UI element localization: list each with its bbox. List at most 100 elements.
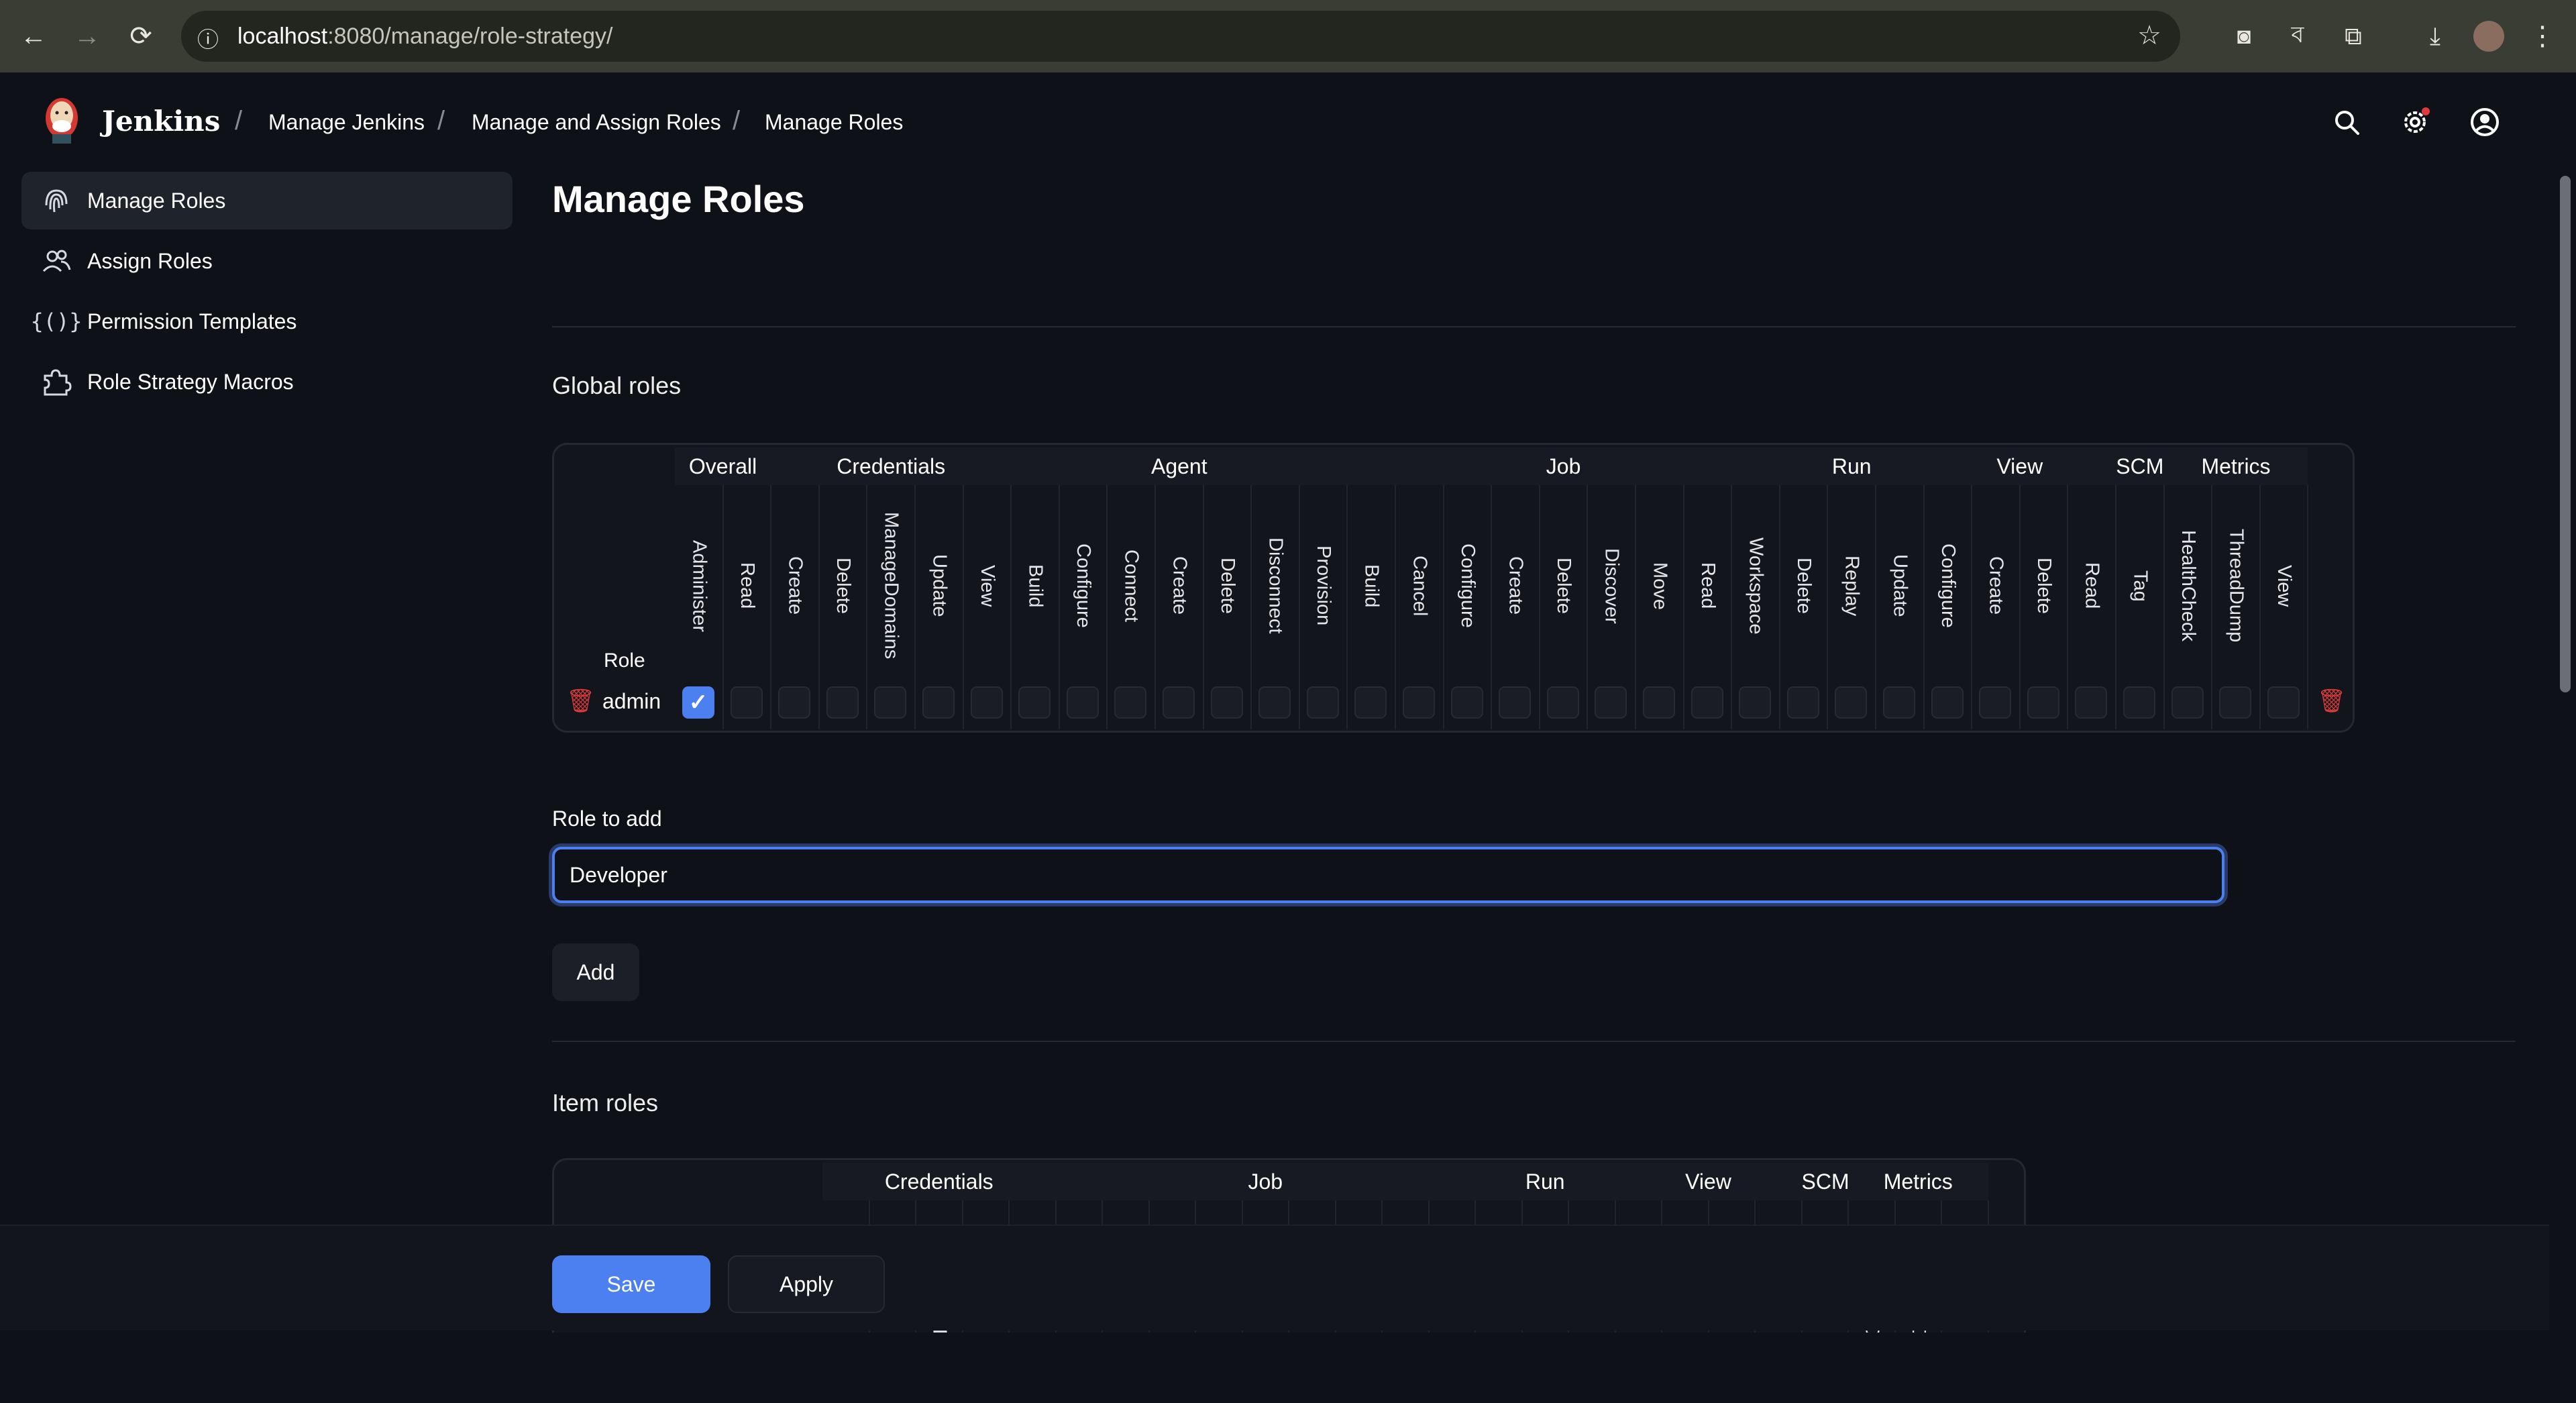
sidebar-item-permission-templates[interactable]: {()} Permission Templates	[21, 293, 513, 350]
permission-checkbox[interactable]	[1114, 686, 1147, 719]
address-bar[interactable]: ⓘ localhost:8080/manage/role-strategy/ ☆	[181, 11, 2180, 62]
permission-checkbox[interactable]	[1883, 686, 1915, 719]
permission-checkbox[interactable]	[2075, 686, 2108, 719]
permission-checkbox[interactable]	[2123, 686, 2155, 719]
permission-checkbox[interactable]	[2027, 686, 2059, 719]
permission-group-header: Metrics	[2163, 448, 2308, 485]
permission-checkbox[interactable]	[1258, 686, 1291, 719]
sidebar-item-label: Permission Templates	[87, 309, 297, 333]
fingerprint-icon	[39, 183, 74, 218]
global-roles-heading: Global roles	[552, 372, 682, 399]
sidebar-item-assign-roles[interactable]: Assign Roles	[21, 232, 513, 290]
permission-column-header: Disconnect	[1265, 537, 1287, 634]
permission-checkbox[interactable]	[1786, 686, 1819, 719]
sidebar-item-label: Role Strategy Macros	[87, 369, 294, 394]
permission-checkbox[interactable]	[1931, 686, 1964, 719]
permission-checkbox[interactable]	[826, 686, 859, 719]
permission-checkbox[interactable]	[1546, 686, 1579, 719]
permission-checkbox[interactable]	[1690, 686, 1723, 719]
permission-column-header: ManageDomains	[880, 512, 902, 660]
permission-checkbox[interactable]	[1835, 686, 1868, 719]
jenkins-logo-icon[interactable]	[42, 93, 82, 146]
permission-column-header: Delete	[1216, 558, 1238, 614]
column-divider	[2307, 485, 2309, 729]
permission-column-header: Cancel	[1409, 555, 1431, 617]
scrollbar-thumb[interactable]	[2560, 176, 2571, 692]
permission-column-header: Connect	[1120, 549, 1142, 622]
add-role-button[interactable]: Add	[552, 943, 639, 1001]
translate-icon[interactable]: ব	[2277, 16, 2318, 56]
role-column-header: Role	[604, 649, 645, 672]
brand-name[interactable]: Jenkins	[102, 105, 220, 138]
bottom-action-bar: Save Apply	[0, 1225, 2549, 1331]
permission-column-header: View	[2273, 564, 2296, 607]
profile-avatar-icon[interactable]	[2469, 16, 2509, 56]
permission-group-header: Run	[1475, 1163, 1615, 1200]
braces-icon: {()}	[30, 309, 83, 334]
permission-checkbox[interactable]	[1595, 686, 1627, 719]
breadcrumb-manage-assign-roles[interactable]: Manage and Assign Roles	[472, 110, 721, 135]
forward-icon[interactable]: →	[67, 16, 107, 56]
apply-button[interactable]: Apply	[728, 1255, 885, 1313]
jenkins-page: Jenkins / Manage Jenkins / Manage and As…	[0, 72, 2576, 1403]
permission-checkbox[interactable]	[1210, 686, 1243, 719]
permission-checkbox[interactable]	[2171, 686, 2204, 719]
camera-icon[interactable]: ◙	[2224, 16, 2264, 56]
permission-group-header: Job	[1055, 1163, 1475, 1200]
breadcrumb-manage-roles[interactable]: Manage Roles	[765, 110, 903, 135]
permission-checkbox[interactable]	[1403, 686, 1435, 719]
permission-checkbox[interactable]	[1979, 686, 2012, 719]
extensions-icon[interactable]: ⧉	[2333, 16, 2373, 56]
breadcrumb-manage-jenkins[interactable]: Manage Jenkins	[268, 110, 425, 135]
permission-checkbox[interactable]	[778, 686, 811, 719]
permission-column-header: Build	[1024, 564, 1046, 608]
sidebar-item-manage-roles[interactable]: Manage Roles	[21, 172, 513, 229]
breadcrumb-separator: /	[235, 106, 243, 136]
permission-column-header: Update	[928, 554, 951, 617]
permission-column-header: ThreadDump	[2225, 529, 2247, 643]
permission-checkbox[interactable]	[1163, 686, 1195, 719]
permission-checkbox[interactable]	[1643, 686, 1675, 719]
permission-checkbox[interactable]	[970, 686, 1003, 719]
delete-role-icon[interactable]: 🗑	[566, 688, 595, 715]
permission-checkbox[interactable]	[922, 686, 955, 719]
permission-checkbox[interactable]	[1499, 686, 1532, 719]
reload-icon[interactable]: ⟳	[121, 16, 161, 56]
download-icon[interactable]: ⤓	[2415, 16, 2455, 56]
menu-kebab-icon[interactable]: ⋮	[2522, 16, 2563, 56]
page-scrollbar[interactable]	[2555, 172, 2576, 1403]
permission-checkbox-checked[interactable]: ✓	[682, 686, 714, 719]
permission-checkbox[interactable]	[1450, 686, 1483, 719]
delete-role-icon[interactable]: 🗑	[2317, 688, 2346, 715]
search-icon[interactable]	[2326, 102, 2367, 142]
permission-column-header: Workspace	[1745, 537, 1767, 635]
permission-group-header: Agent	[1011, 448, 1348, 485]
permission-checkbox[interactable]	[2219, 686, 2252, 719]
back-icon[interactable]: ←	[13, 16, 54, 56]
page-header: Jenkins / Manage Jenkins / Manage and As…	[0, 72, 2549, 172]
permission-group-header: Metrics	[1848, 1163, 1988, 1200]
settings-gear-icon[interactable]	[2395, 102, 2435, 142]
permission-column-header: Provision	[1313, 545, 1335, 626]
role-to-add-input[interactable]: Developer	[552, 847, 2224, 903]
permission-checkbox[interactable]	[1018, 686, 1051, 719]
permission-checkbox[interactable]	[1066, 686, 1099, 719]
site-info-icon[interactable]: ⓘ	[197, 23, 219, 54]
permission-checkbox[interactable]	[1739, 686, 1772, 719]
permission-column-header: Tag	[2129, 570, 2151, 602]
sidebar-item-role-strategy-macros[interactable]: Role Strategy Macros	[21, 353, 513, 411]
permission-checkbox[interactable]	[2267, 686, 2300, 719]
permission-checkbox[interactable]	[874, 686, 907, 719]
permission-checkbox[interactable]	[730, 686, 763, 719]
page-title: Manage Roles	[552, 178, 805, 220]
permission-checkbox[interactable]	[1354, 686, 1387, 719]
save-button[interactable]: Save	[552, 1255, 710, 1313]
permission-column-header: HealthCheck	[2177, 529, 2199, 642]
user-account-icon[interactable]	[2465, 102, 2505, 142]
divider	[552, 326, 2516, 327]
permission-group-header: Credentials	[771, 448, 1012, 485]
permission-column-header: Delete	[833, 558, 855, 614]
permission-column-header: Update	[1889, 554, 1911, 617]
permission-checkbox[interactable]	[1306, 686, 1339, 719]
bookmark-star-icon[interactable]: ☆	[2137, 20, 2161, 51]
